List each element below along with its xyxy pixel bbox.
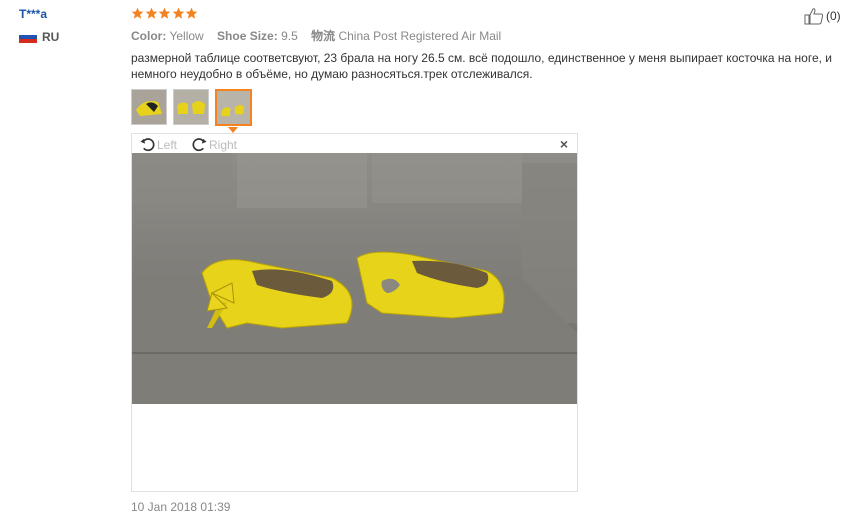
rotate-right-icon [192,138,207,152]
reviewer-country: RU [19,30,59,44]
size-value: 9.5 [281,29,298,43]
helpful-button[interactable]: (0) [804,7,841,25]
helpful-count: (0) [826,9,841,23]
rotate-left-icon [140,138,155,152]
star-icon [185,7,198,19]
shipping-label: 物流 [311,29,336,43]
reviewer-name: T***a [19,7,48,21]
review-date: 10 Jan 2018 01:39 [131,500,231,514]
order-attributes: Color: Yellow Shoe Size: 9.5 物流 China Po… [131,27,511,44]
size-label: Shoe Size: [217,29,278,43]
viewer-toolbar: Left Right × [132,134,577,154]
star-icon [158,7,171,19]
star-rating [131,7,199,20]
rotate-right-label: Right [209,137,238,152]
photo-thumbnail-active[interactable] [215,89,252,126]
star-icon [145,7,157,19]
thumbs-up-icon [804,8,824,25]
russia-flag-icon [19,31,37,43]
rotate-left-label: Left [157,137,178,152]
close-viewer-button[interactable]: × [560,136,568,152]
color-label: Color: [131,29,167,43]
photo-viewer: Left Right × [131,133,578,492]
rotate-right-button[interactable]: Right [192,137,237,152]
color-value: Yellow [169,29,204,43]
review-photo [132,153,577,404]
star-icon [172,7,184,19]
review-text: размерной таблице соответсвуют, 23 брала… [131,51,833,81]
photo-thumbnail[interactable] [131,89,167,125]
photo-thumbnails [131,89,258,126]
star-icon [131,7,144,19]
rotate-left-button[interactable]: Left [140,137,177,152]
country-code: RU [42,30,60,44]
shipping-value: China Post Registered Air Mail [338,29,502,43]
photo-thumbnail[interactable] [173,89,209,125]
